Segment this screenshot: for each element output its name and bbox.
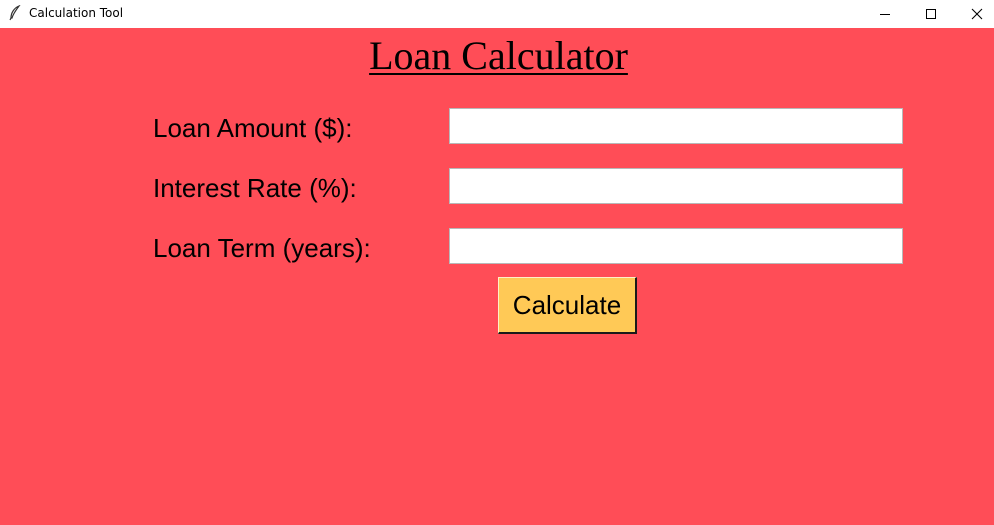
maximize-icon xyxy=(926,9,936,19)
calculator-panel: Loan Calculator Loan Amount ($): Interes… xyxy=(0,28,994,525)
close-button[interactable] xyxy=(954,0,994,28)
loan-term-label: Loan Term (years): xyxy=(153,233,371,263)
app-window: Calculation Tool Loan Calculator Loan Am… xyxy=(0,0,994,525)
interest-rate-input[interactable] xyxy=(449,168,903,204)
calculate-button[interactable]: Calculate xyxy=(498,277,637,334)
loan-amount-input[interactable] xyxy=(449,108,903,144)
maximize-button[interactable] xyxy=(908,0,954,28)
page-title: Loan Calculator xyxy=(369,33,628,78)
window-title: Calculation Tool xyxy=(29,6,124,20)
minimize-button[interactable] xyxy=(862,0,908,28)
close-icon xyxy=(971,8,983,20)
title-bar: Calculation Tool xyxy=(0,0,994,28)
interest-rate-label: Interest Rate (%): xyxy=(153,173,357,203)
minimize-icon xyxy=(880,14,890,15)
loan-amount-label: Loan Amount ($): xyxy=(153,113,353,143)
loan-term-input[interactable] xyxy=(449,228,903,264)
feather-icon xyxy=(9,5,21,21)
